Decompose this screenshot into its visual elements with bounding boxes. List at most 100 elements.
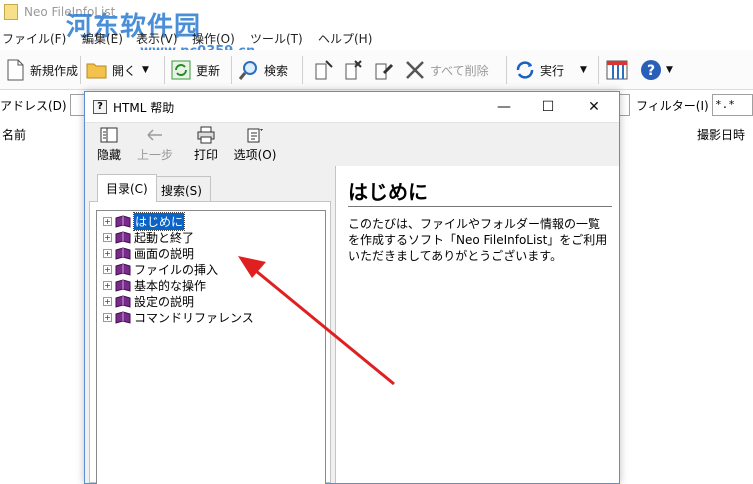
minimize-button[interactable]: — <box>491 96 517 118</box>
content-divider <box>348 206 612 207</box>
tab-search[interactable]: 搜索(S) <box>152 176 211 202</box>
new-file-icon <box>7 59 24 81</box>
delete-all-button[interactable]: すべて削除 <box>404 56 489 84</box>
options-button[interactable]: 选项(O) <box>230 126 280 164</box>
print-button[interactable]: 打印 <box>186 126 226 164</box>
tab-contents-label: 目录(C) <box>106 182 148 196</box>
html-help-window: ? HTML 帮助 — ☐ ✕ 隐藏 上一步 打印 选项(O) 目录(C) 搜索… <box>84 91 620 484</box>
tree-item-label: 画面の説明 <box>134 246 195 261</box>
column-header-shot-date[interactable]: 撮影日時 <box>697 126 745 143</box>
tree-item-introduction[interactable]: + はじめに <box>103 211 186 231</box>
search-icon <box>238 61 257 80</box>
menu-view[interactable]: 表示(V) <box>136 30 178 47</box>
book-icon <box>115 262 131 276</box>
contents-tree[interactable]: + はじめに + 起動と終了 + 画面の説明 + ファイルの挿入 + 基本的な操… <box>96 210 326 484</box>
close-icon <box>406 61 424 79</box>
expand-icon[interactable]: + <box>103 264 112 274</box>
expand-icon[interactable]: + <box>103 248 112 258</box>
menu-help[interactable]: ヘルプ(H) <box>318 30 372 47</box>
menu-tools[interactable]: ツール(T) <box>250 30 303 47</box>
columns-icon <box>606 60 628 80</box>
filter-label: フィルター(I) <box>636 99 709 113</box>
remove-item-button[interactable] <box>342 56 368 84</box>
expand-icon[interactable]: + <box>103 216 112 226</box>
contents-panel: + はじめに + 起動と終了 + 画面の説明 + ファイルの挿入 + 基本的な操… <box>89 201 331 484</box>
tree-item-screen[interactable]: + 画面の説明 <box>103 245 194 261</box>
tree-item-startup[interactable]: + 起動と終了 <box>103 229 194 245</box>
help-toolbar: 隐藏 上一步 打印 选项(O) <box>85 122 619 166</box>
close-button[interactable]: ✕ <box>581 96 607 118</box>
print-label: 打印 <box>193 148 218 162</box>
delete-all-label: すべて削除 <box>430 63 489 78</box>
expand-icon[interactable]: + <box>103 312 112 322</box>
open-button[interactable]: 開く ▼ <box>86 56 149 84</box>
help-title: HTML 帮助 <box>113 101 175 115</box>
expand-icon[interactable]: + <box>103 232 112 242</box>
open-label: 開く <box>112 63 137 78</box>
add-file-icon <box>315 60 333 80</box>
toolbar-separator <box>302 56 303 84</box>
app-icon <box>4 4 18 20</box>
menu-operation[interactable]: 操作(O) <box>192 30 235 47</box>
back-label: 上一步 <box>136 148 173 162</box>
remove-file-icon <box>345 60 362 80</box>
run-icon <box>516 61 534 79</box>
tree-item-label: コマンドリファレンス <box>134 310 254 325</box>
expand-icon[interactable]: + <box>103 280 112 290</box>
help-titlebar: ? HTML 帮助 — ☐ ✕ <box>85 92 619 122</box>
tree-item-label: 基本的な操作 <box>134 278 207 293</box>
hide-label: 隐藏 <box>96 148 121 162</box>
menu-edit[interactable]: 編集(E) <box>82 30 123 47</box>
tree-item-settings[interactable]: + 設定の説明 <box>103 293 194 309</box>
options-label: 选项(O) <box>233 148 277 162</box>
refresh-label: 更新 <box>196 63 221 78</box>
edit-item-button[interactable] <box>372 56 398 84</box>
help-content-pane: はじめに このたびは、ファイルやフォルダー情報の一覧を作成するソフト「Neo F… <box>335 166 619 483</box>
tree-item-label: 起動と終了 <box>134 230 195 245</box>
maximize-button[interactable]: ☐ <box>535 96 561 118</box>
book-icon <box>115 246 131 260</box>
refresh-button[interactable]: 更新 <box>170 56 220 84</box>
tree-item-command-ref[interactable]: + コマンドリファレンス <box>103 309 254 325</box>
chevron-down-icon[interactable]: ▼ <box>580 65 587 75</box>
search-button[interactable]: 検索 <box>238 56 288 84</box>
address-label: アドレス(D) <box>0 99 67 113</box>
column-header-name[interactable]: 名前 <box>2 126 26 143</box>
book-icon <box>115 310 131 324</box>
edit-file-icon <box>375 63 394 80</box>
toolbar-separator <box>231 56 232 84</box>
tab-search-label: 搜索(S) <box>161 184 202 198</box>
chevron-down-icon[interactable]: ▼ <box>666 65 673 75</box>
help-icon: ? <box>641 60 661 80</box>
back-arrow-icon <box>147 129 162 141</box>
filter-input[interactable]: *.* <box>712 94 753 116</box>
menu-bar: ファイル(F) 編集(E) 表示(V) 操作(O) ツール(T) ヘルプ(H) <box>0 28 753 48</box>
settings-button[interactable] <box>606 56 632 84</box>
add-item-button[interactable] <box>312 56 338 84</box>
chevron-down-icon[interactable]: ▼ <box>142 65 149 75</box>
tree-item-label: ファイルの挿入 <box>134 262 219 277</box>
tree-item-basic-ops[interactable]: + 基本的な操作 <box>103 277 206 293</box>
options-icon <box>247 128 263 143</box>
tree-item-insert-file[interactable]: + ファイルの挿入 <box>103 261 218 277</box>
tree-item-label: 設定の説明 <box>134 294 195 309</box>
hide-panel-icon <box>100 127 118 143</box>
toolbar-separator <box>598 56 599 84</box>
run-button[interactable]: 実行 ▼ <box>514 56 587 84</box>
back-button[interactable]: 上一步 <box>135 126 175 164</box>
hide-button[interactable]: 隐藏 <box>89 126 129 164</box>
menu-file[interactable]: ファイル(F) <box>2 30 66 47</box>
tab-contents[interactable]: 目录(C) <box>97 174 157 202</box>
help-file-icon: ? <box>93 100 107 114</box>
svg-text:?: ? <box>647 63 655 79</box>
expand-icon[interactable]: + <box>103 296 112 306</box>
book-icon <box>115 278 131 292</box>
refresh-icon <box>171 60 191 80</box>
toolbar-separator <box>506 56 507 84</box>
folder-icon <box>86 63 107 79</box>
book-icon <box>115 230 131 244</box>
new-button[interactable]: 新規作成 <box>4 56 78 84</box>
help-button[interactable]: ? ▼ <box>640 56 673 84</box>
search-label: 検索 <box>264 63 289 78</box>
toolbar-separator <box>80 56 81 84</box>
